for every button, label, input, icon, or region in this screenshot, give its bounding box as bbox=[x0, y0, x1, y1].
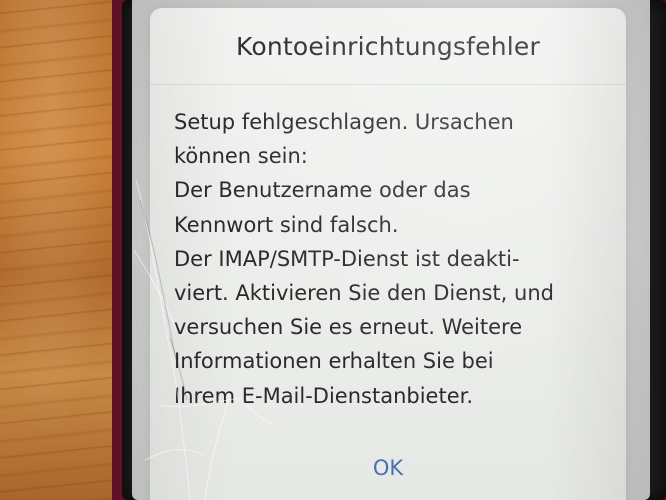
photo-stage: Kontoeinrichtungsfehler Setup fehlgeschl… bbox=[0, 0, 666, 500]
dialog-message: Setup fehlgeschlagen. Ursachen können se… bbox=[174, 110, 554, 408]
error-dialog: Kontoeinrichtungsfehler Setup fehlgeschl… bbox=[150, 8, 626, 500]
dialog-title: Kontoeinrichtungsfehler bbox=[236, 32, 540, 61]
phone-screen: Kontoeinrichtungsfehler Setup fehlgeschl… bbox=[132, 0, 650, 500]
title-divider bbox=[150, 84, 626, 85]
wooden-desk bbox=[0, 0, 126, 500]
ok-button[interactable]: OK bbox=[338, 446, 438, 490]
